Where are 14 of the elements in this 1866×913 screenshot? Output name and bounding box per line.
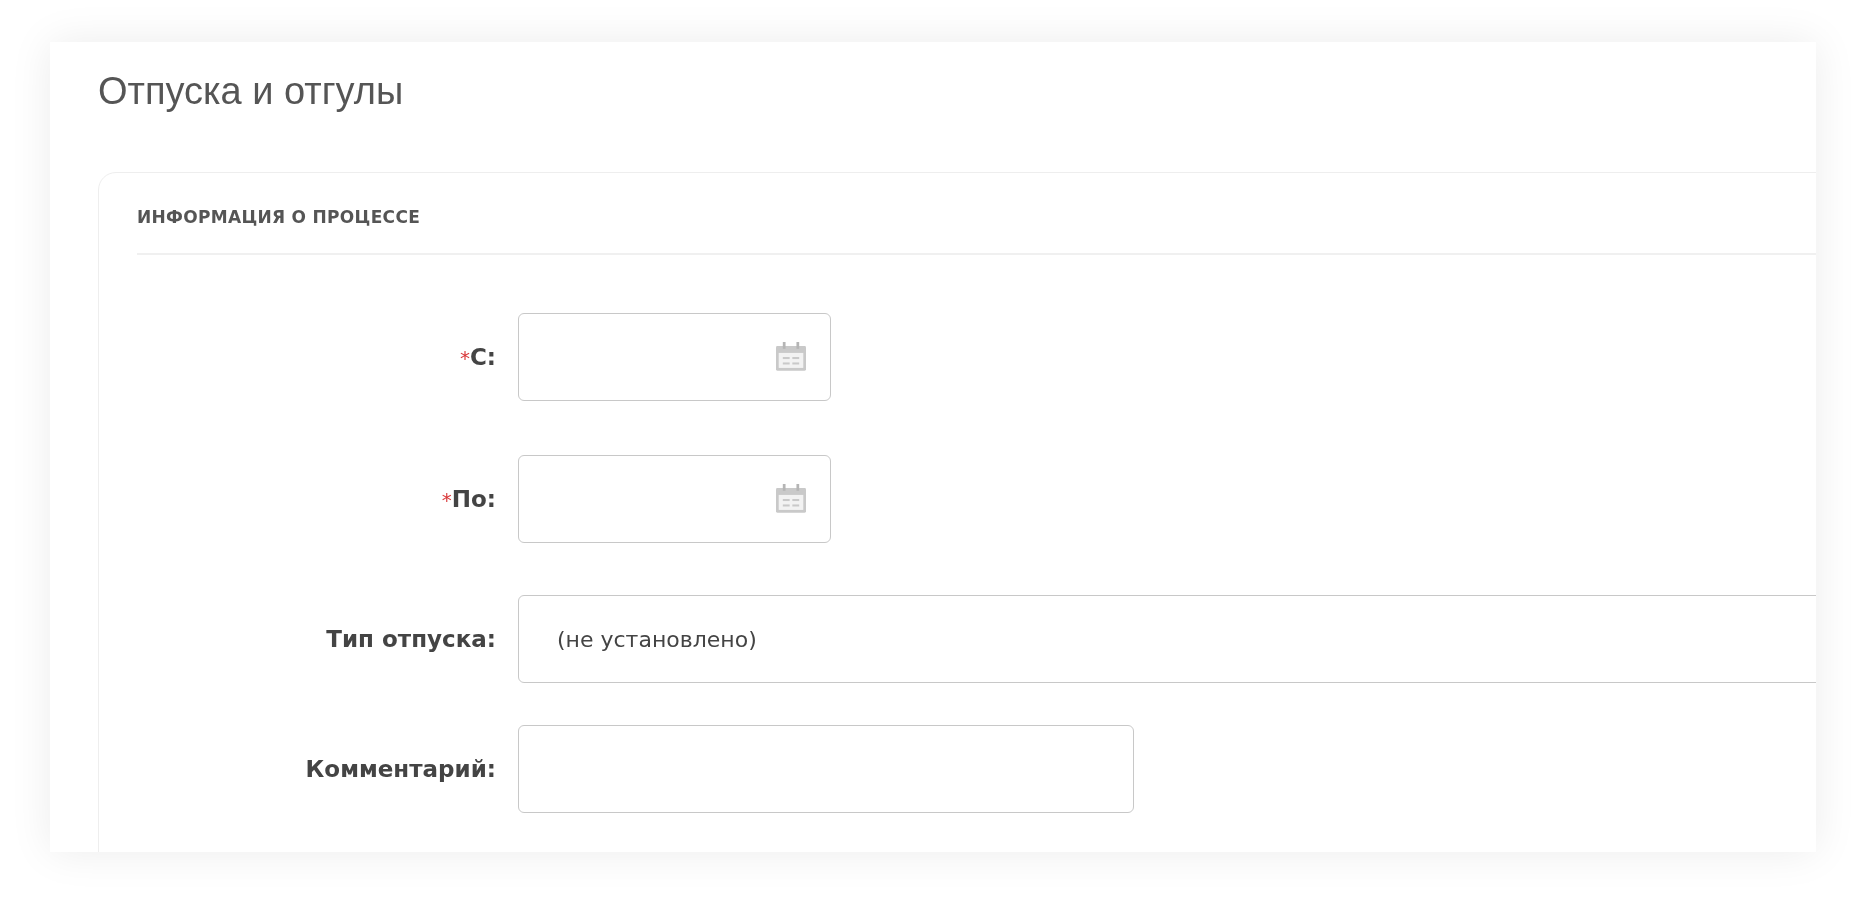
page-title: Отпуска и отгулы [98,69,405,114]
required-asterisk: * [459,346,470,370]
required-asterisk: * [441,488,452,512]
field-label: С: [469,344,496,370]
field-label: Тип отпуска: [326,626,496,652]
date-field[interactable] [518,455,831,543]
comment-field[interactable] [518,725,1134,813]
date-field[interactable] [518,313,831,401]
field-label: По: [451,486,496,512]
calendar-icon[interactable] [774,342,808,372]
select-field[interactable]: (не установлено) [518,595,1816,683]
field-label: Комментарий: [305,756,496,782]
section-title: ИНФОРМАЦИЯ О ПРОЦЕССЕ [137,173,1816,255]
calendar-icon[interactable] [774,484,808,514]
